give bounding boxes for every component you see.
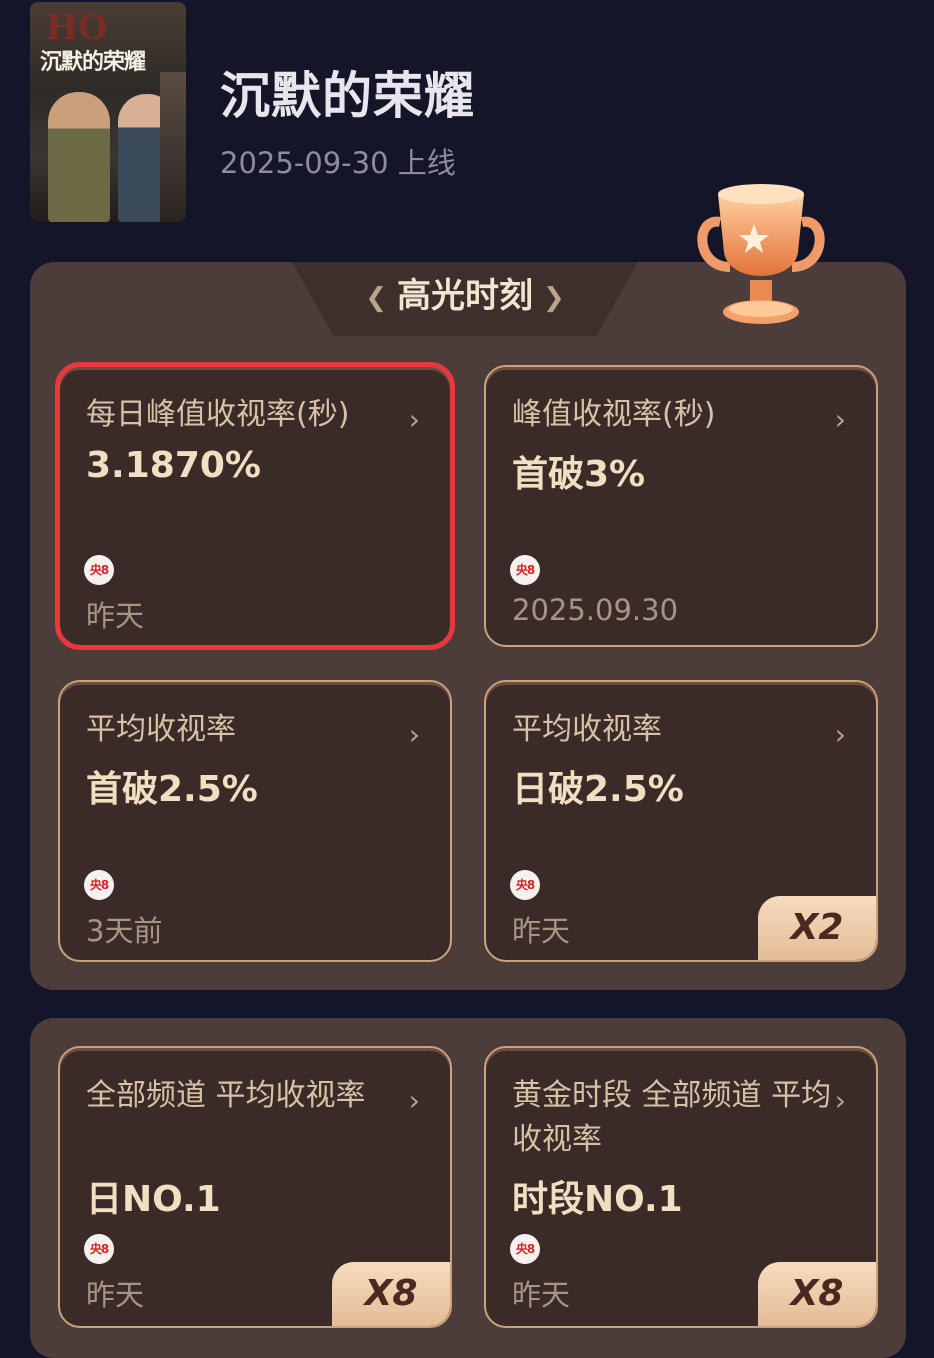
multiplier-badge: X8 (758, 1262, 876, 1326)
highlight-card-daily-peak[interactable]: 每日峰值收视率(秒) › 3.1870% 央8 昨天 (55, 362, 455, 650)
card-time: 昨天 (512, 914, 571, 948)
chevron-right-icon: › (408, 403, 420, 436)
multiplier-badge: X8 (332, 1262, 450, 1326)
card-value: 日破2.5% (512, 769, 684, 810)
card-value: 首破3% (512, 454, 646, 495)
laurel-right-icon: ❯ (543, 282, 565, 313)
highlights-tab-title: ❮ 高光时刻 ❯ (292, 268, 638, 317)
card-time: 昨天 (512, 1278, 571, 1312)
poster-bg-letters: HO (46, 8, 108, 48)
card-value: 首破2.5% (86, 769, 258, 810)
card-label: 平均收视率 (86, 712, 236, 747)
channel-badge-icon: 央8 (510, 870, 540, 900)
laurel-left-icon: ❮ (365, 282, 387, 313)
chevron-right-icon: › (834, 403, 846, 436)
chevron-right-icon: › (408, 1084, 420, 1117)
channel-badge-icon: 央8 (84, 870, 114, 900)
channel-badge-icon: 央8 (84, 555, 114, 585)
channel-badge-icon: 央8 (84, 1234, 114, 1264)
highlight-card-peak[interactable]: 峰值收视率(秒) › 首破3% 央8 2025.09.30 (484, 365, 878, 647)
card-time: 昨天 (86, 1278, 145, 1312)
poster-figure-background (160, 72, 186, 222)
card-label: 黄金时段 全部频道 平均收视率 (512, 1078, 832, 1157)
highlight-card-all-channels[interactable]: 全部频道 平均收视率 › 日NO.1 央8 昨天 X8 (58, 1046, 452, 1328)
card-value: 时段NO.1 (512, 1179, 683, 1220)
highlight-card-prime-time[interactable]: 黄金时段 全部频道 平均收视率 › 时段NO.1 央8 昨天 X8 (484, 1046, 878, 1328)
card-label: 平均收视率 (512, 712, 662, 747)
card-time: 2025.09.30 (512, 593, 679, 627)
poster-figure-officer (48, 92, 110, 222)
multiplier-badge: X2 (758, 896, 876, 960)
release-date: 2025-09-30 上线 (220, 146, 456, 180)
poster-title: 沉默的荣耀 (40, 49, 146, 75)
chevron-right-icon: › (834, 1084, 846, 1117)
card-time: 昨天 (86, 599, 145, 633)
card-value: 日NO.1 (86, 1179, 221, 1220)
channel-badge-icon: 央8 (510, 555, 540, 585)
card-label: 全部频道 平均收视率 (86, 1078, 366, 1113)
highlight-card-avg-daily[interactable]: 平均收视率 › 日破2.5% 央8 昨天 X2 (484, 680, 878, 962)
highlight-card-avg-first[interactable]: 平均收视率 › 首破2.5% 央8 3天前 (58, 680, 452, 962)
chevron-right-icon: › (408, 718, 420, 751)
highlights-title: 高光时刻 (397, 276, 533, 316)
card-time: 3天前 (86, 914, 163, 948)
chevron-right-icon: › (834, 718, 846, 751)
trophy-icon (697, 184, 825, 324)
show-title: 沉默的荣耀 (220, 67, 475, 125)
card-label: 每日峰值收视率(秒) (86, 397, 350, 432)
card-label: 峰值收视率(秒) (512, 397, 716, 432)
show-poster[interactable]: HO 沉默的荣耀 (30, 2, 186, 222)
card-value: 3.1870% (86, 445, 261, 486)
channel-badge-icon: 央8 (510, 1234, 540, 1264)
